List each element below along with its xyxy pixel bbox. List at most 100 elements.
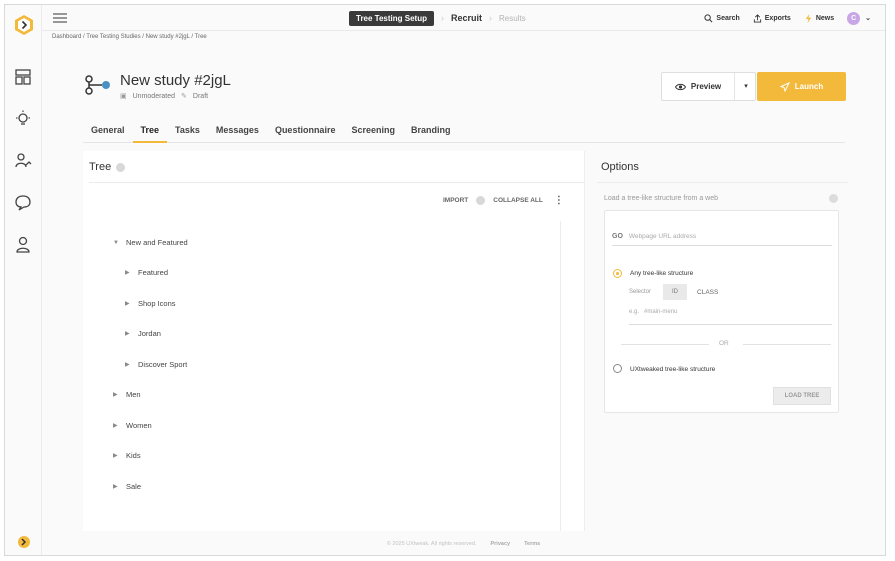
- exports-button[interactable]: Exports: [753, 13, 791, 23]
- launch-button[interactable]: Launch: [757, 72, 846, 101]
- caret-right-icon[interactable]: ▶: [113, 391, 120, 398]
- or-divider: OR: [621, 339, 831, 349]
- help-icon[interactable]: [116, 162, 126, 172]
- search-label: Search: [716, 14, 740, 22]
- left-rail: [5, 5, 42, 555]
- selector-id-toggle[interactable]: ID: [663, 284, 688, 300]
- collapse-sidebar-icon[interactable]: [15, 535, 33, 549]
- exports-label: Exports: [764, 14, 791, 22]
- load-tree-button[interactable]: LOAD TREE: [773, 387, 831, 405]
- eye-icon: [674, 83, 686, 90]
- caret-right-icon[interactable]: ▶: [125, 361, 132, 368]
- page-title: New study #2jgL: [120, 72, 231, 89]
- help-icon[interactable]: [476, 196, 486, 205]
- selector-placeholder: #main-menu: [644, 309, 678, 315]
- avatar: C: [847, 11, 861, 25]
- chevron-down-icon: ⌄: [865, 15, 871, 22]
- chevron-right-icon: ›: [440, 13, 444, 23]
- tree-node[interactable]: ▶ Jordan: [125, 329, 161, 338]
- tree-panel: Tree IMPORT COLLAPSE ALL ⋮ ▼ New and Feat…: [83, 151, 585, 531]
- tree-node[interactable]: ▶ Discover Sport: [125, 360, 187, 369]
- lightbulb-icon[interactable]: [13, 109, 33, 129]
- chat-icon[interactable]: [13, 193, 33, 213]
- help-icon[interactable]: [829, 194, 838, 203]
- preview-button-group: Preview ▾: [661, 72, 756, 101]
- copyright: © 2025 UXtweak. All rights reserved.: [386, 541, 477, 547]
- caret-down-icon[interactable]: ▼: [113, 240, 120, 246]
- tree-node[interactable]: ▶ Women: [113, 421, 152, 430]
- tab-branding[interactable]: Branding: [403, 123, 459, 143]
- privacy-link[interactable]: Privacy: [490, 541, 510, 547]
- or-label: OR: [719, 340, 729, 347]
- tree-title: Tree: [89, 161, 112, 173]
- tab-tree[interactable]: Tree: [132, 123, 168, 143]
- go-label[interactable]: GO: [612, 233, 623, 240]
- news-button[interactable]: News: [804, 13, 835, 23]
- step-results[interactable]: Results: [499, 14, 526, 23]
- tree-node[interactable]: ▶ Men: [113, 390, 141, 399]
- export-icon: [753, 13, 761, 23]
- options-subtitle: Load a tree-like structure from a web: [604, 195, 718, 202]
- step-setup[interactable]: Tree Testing Setup: [349, 10, 434, 26]
- import-button[interactable]: IMPORT: [443, 197, 468, 204]
- study-meta: ▣ Unmoderated ✎ Draft: [120, 92, 209, 101]
- app-frame: Tree Testing Setup › Recruit › Results S…: [4, 4, 886, 556]
- radio-any-label[interactable]: Any tree-like structure: [630, 270, 693, 277]
- radio-uxtweak-label[interactable]: UXtweaked tree-like structure: [630, 366, 715, 373]
- tab-messages[interactable]: Messages: [208, 123, 267, 143]
- search-button[interactable]: Search: [704, 13, 740, 23]
- caret-right-icon[interactable]: ▶: [125, 300, 132, 307]
- tree-node[interactable]: ▼ New and Featured: [113, 238, 188, 247]
- eg-label: e.g.: [629, 309, 640, 315]
- study-steps: Tree Testing Setup › Recruit › Results: [349, 9, 526, 27]
- monitor-icon: ▣: [120, 93, 127, 100]
- more-options-icon[interactable]: ⋮: [554, 195, 564, 206]
- radio-any-structure[interactable]: [613, 269, 622, 278]
- top-bar: Tree Testing Setup › Recruit › Results S…: [42, 5, 885, 31]
- tab-screening[interactable]: Screening: [343, 123, 403, 143]
- divider: [89, 182, 585, 183]
- breadcrumb[interactable]: Dashboard / Tree Testing Studies / New s…: [52, 34, 207, 40]
- chevron-right-icon: ›: [489, 13, 492, 23]
- menu-icon[interactable]: [53, 12, 67, 24]
- preview-button[interactable]: Preview: [662, 73, 735, 100]
- selector-class-toggle[interactable]: CLASS: [697, 289, 718, 296]
- selector-row: Selector ID CLASS: [629, 284, 718, 300]
- news-label: News: [815, 14, 835, 22]
- caret-right-icon[interactable]: ▶: [113, 483, 120, 490]
- search-icon: [704, 13, 713, 22]
- caret-right-icon[interactable]: ▶: [113, 422, 120, 429]
- account-menu[interactable]: C ⌄: [847, 11, 871, 25]
- radio-uxtweak-structure[interactable]: [613, 364, 622, 373]
- step-recruit[interactable]: Recruit: [451, 13, 482, 23]
- participants-icon[interactable]: [13, 151, 33, 171]
- tree-node[interactable]: ▶ Featured: [125, 268, 168, 277]
- caret-right-icon[interactable]: ▶: [125, 330, 132, 337]
- caret-right-icon[interactable]: ▶: [125, 269, 132, 276]
- divider: [560, 221, 561, 531]
- tree-heading: Tree: [89, 161, 126, 173]
- user-icon[interactable]: [13, 235, 33, 255]
- top-actions: Search Exports News C ⌄: [704, 10, 871, 26]
- tab-tasks[interactable]: Tasks: [167, 123, 208, 143]
- study-mode: Unmoderated: [132, 92, 176, 100]
- tree-node[interactable]: ▶ Kids: [113, 451, 141, 460]
- url-placeholder: Webpage URL address: [628, 233, 697, 240]
- url-input[interactable]: GO Webpage URL address: [612, 228, 832, 246]
- selector-input[interactable]: e.g. #main-menu: [629, 309, 832, 325]
- tab-questionnaire[interactable]: Questionnaire: [267, 123, 344, 143]
- import-form: GO Webpage URL address Any tree-like str…: [604, 210, 839, 413]
- logo-icon[interactable]: [13, 14, 35, 36]
- options-title: Options: [601, 161, 639, 173]
- tab-general[interactable]: General: [83, 123, 133, 143]
- caret-right-icon[interactable]: ▶: [113, 452, 120, 459]
- preview-dropdown-button[interactable]: ▾: [736, 73, 756, 100]
- tree-node[interactable]: ▶ Shop Icons: [125, 299, 176, 308]
- study-status: Draft: [192, 92, 209, 100]
- collapse-all-button[interactable]: COLLAPSE ALL: [493, 197, 543, 204]
- launch-label: Launch: [794, 82, 824, 91]
- tree-node[interactable]: ▶ Sale: [113, 482, 141, 491]
- terms-link[interactable]: Terms: [524, 541, 540, 547]
- divider: [597, 182, 848, 183]
- dashboard-icon[interactable]: [13, 67, 33, 87]
